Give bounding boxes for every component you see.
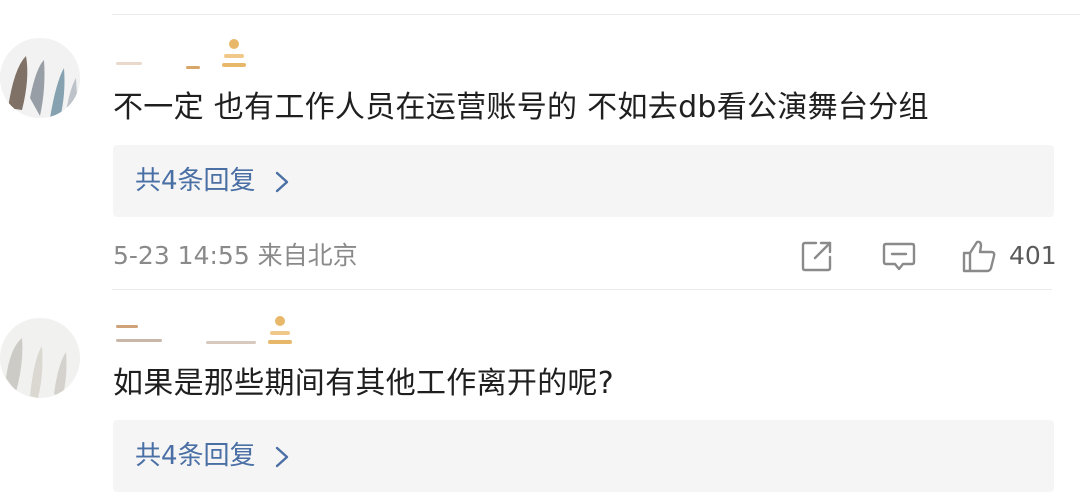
timestamp-location: 5-23 14:55 来自北京 xyxy=(113,241,358,270)
avatar[interactable] xyxy=(0,38,80,118)
username-redacted[interactable] xyxy=(116,38,306,72)
replies-count-label: 共4条回复 xyxy=(135,441,256,471)
thumbs-up-icon[interactable] xyxy=(961,238,997,274)
username-redacted[interactable] xyxy=(116,313,306,347)
chevron-right-icon xyxy=(275,171,289,193)
redacted-mark xyxy=(206,341,256,344)
replies-count-label: 共4条回复 xyxy=(135,166,256,196)
comment-text: 如果是那些期间有其他工作离开的呢? xyxy=(113,366,615,401)
comment-meta-row: 5-23 14:55 来自北京 401 xyxy=(113,236,1063,276)
view-replies-button[interactable]: 共4条回复 xyxy=(113,145,1054,217)
vip-crown-badge-icon xyxy=(222,39,246,67)
avatar-image xyxy=(0,318,80,398)
share-edit-icon[interactable] xyxy=(799,238,835,274)
divider xyxy=(112,14,1080,15)
like-count: 401 xyxy=(1009,241,1057,270)
avatar-image xyxy=(0,38,80,118)
vip-crown-badge-icon xyxy=(268,316,292,344)
redacted-mark xyxy=(116,325,138,328)
comment-feed: 不一定 也有工作人员在运营账号的 不如去db看公演舞台分组 共4条回复 5-23… xyxy=(0,0,1080,499)
chevron-right-icon xyxy=(275,446,289,468)
redacted-mark xyxy=(116,339,162,342)
redacted-mark xyxy=(116,62,142,65)
avatar[interactable] xyxy=(0,318,80,398)
view-replies-button[interactable]: 共4条回复 xyxy=(113,420,1054,492)
redacted-mark xyxy=(186,66,200,69)
divider xyxy=(112,289,1052,290)
comment-text: 不一定 也有工作人员在运营账号的 不如去db看公演舞台分组 xyxy=(113,90,929,125)
comment-bubble-icon[interactable] xyxy=(881,238,917,274)
